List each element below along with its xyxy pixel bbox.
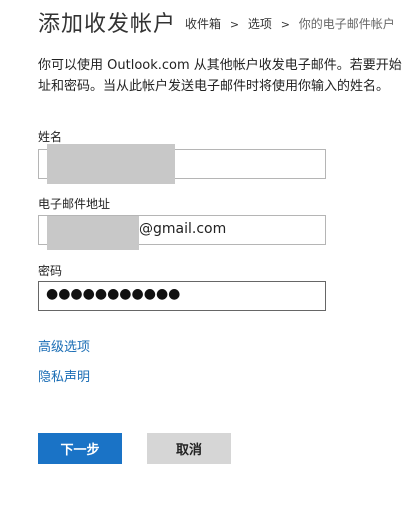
email-label: 电子邮件地址 [38,197,111,211]
email-input[interactable]: @gmail.com [38,215,326,250]
email-domain-text: @gmail.com [139,221,227,237]
advanced-options-link[interactable]: 高级选项 [38,336,90,355]
description-line-2: 址和密码。当从此帐户发送电子邮件时将使用你输入的姓名。 [38,79,390,94]
page-title: 添加收发帐户 [38,12,177,37]
redacted-area [47,144,175,184]
password-masked-value: ●●●●●●●●●●● [46,286,181,302]
next-button[interactable]: 下一步 [38,433,122,464]
breadcrumb: 收件箱 > 选项 > 你的电子邮件帐户 [185,15,395,32]
cancel-button[interactable]: 取消 [147,433,231,464]
privacy-statement-link[interactable]: 隐私声明 [38,366,90,385]
breadcrumb-current: 你的电子邮件帐户 [298,17,395,31]
name-input[interactable] [38,144,326,184]
breadcrumb-separator: > [280,18,290,31]
name-label: 姓名 [38,130,63,144]
description-line-1: 你可以使用 Outlook.com 从其他帐户收发电子邮件。若要开始 [38,58,402,73]
breadcrumb-options[interactable]: 选项 [248,17,272,31]
redacted-area [47,216,139,250]
description-text: 你可以使用 Outlook.com 从其他帐户收发电子邮件。若要开始 址和密码。… [38,55,417,97]
password-label: 密码 [38,264,63,278]
password-input[interactable]: ●●●●●●●●●●● [38,281,326,311]
breadcrumb-inbox[interactable]: 收件箱 [185,17,221,31]
breadcrumb-separator: > [229,18,240,31]
